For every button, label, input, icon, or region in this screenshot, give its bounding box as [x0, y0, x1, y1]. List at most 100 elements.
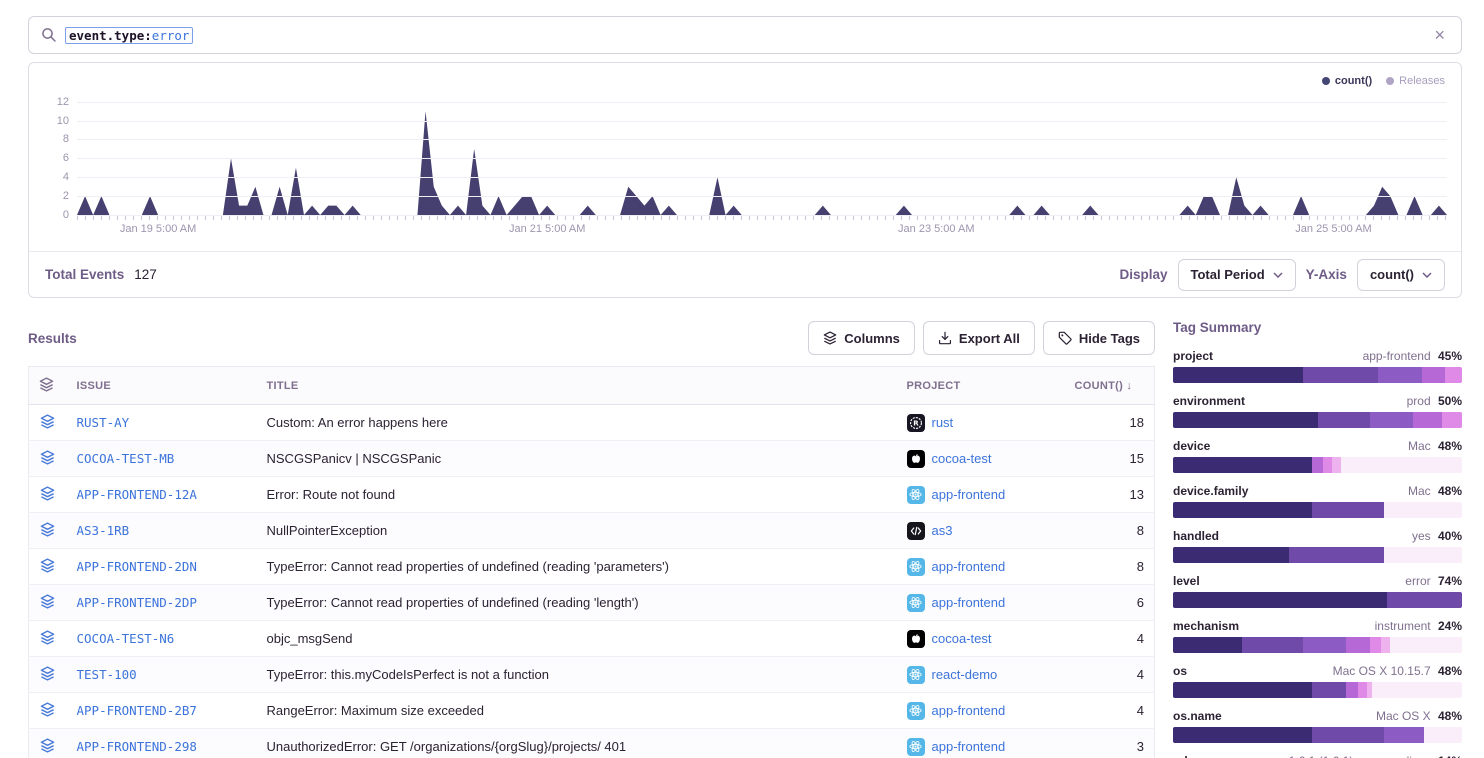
issue-link[interactable]: APP-FRONTEND-2B7 [77, 703, 197, 718]
issue-link[interactable]: RUST-AY [77, 415, 130, 430]
issue-stack-icon[interactable] [40, 522, 55, 537]
tag-bar-segment [1346, 637, 1369, 653]
issue-link[interactable]: AS3-1RB [77, 523, 130, 538]
tag-summary-sidebar: Tag Summary project app-frontend 45% env… [1173, 320, 1462, 758]
gridline [77, 158, 1447, 159]
tag-top-percent: 74% [1438, 574, 1462, 588]
tag-bar-segment [1445, 367, 1462, 383]
count-value: 6 [1065, 585, 1155, 621]
export-all-button[interactable]: Export All [923, 321, 1035, 355]
tag-distribution-bar[interactable] [1173, 592, 1462, 608]
issue-link[interactable]: TEST-100 [77, 667, 137, 682]
issue-stack-icon[interactable] [40, 630, 55, 645]
x-axis-tick-label: Jan 25 5:00 AM [1295, 223, 1371, 235]
tag-top-percent: 48% [1438, 709, 1462, 723]
tag-top-value: 1.6.1 (1.6.1), com.media… [1289, 754, 1434, 758]
x-axis-tick-label: Jan 21 5:00 AM [509, 223, 585, 235]
search-token[interactable]: event.type:error [65, 27, 193, 44]
y-axis-tick-label: 0 [37, 209, 69, 221]
tag-bar-segment [1323, 457, 1332, 473]
yaxis-dropdown[interactable]: count() [1357, 259, 1445, 291]
search-input[interactable]: event.type:error [65, 27, 1422, 44]
display-dropdown[interactable]: Total Period [1178, 259, 1296, 291]
hide-tags-button[interactable]: Hide Tags [1043, 321, 1155, 355]
yaxis-dropdown-value: count() [1370, 267, 1414, 282]
tag-top-value: Mac OS X [1376, 709, 1434, 723]
tag-bar-segment [1173, 412, 1318, 428]
issue-stack-icon[interactable] [40, 738, 55, 753]
project-link[interactable]: react-demo [932, 667, 998, 682]
issue-stack-icon[interactable] [40, 594, 55, 609]
project-link[interactable]: cocoa-test [932, 451, 992, 466]
issue-stack-icon[interactable] [40, 414, 55, 429]
issue-link[interactable]: APP-FRONTEND-12A [77, 487, 197, 502]
tag-top-percent: 48% [1438, 664, 1462, 678]
tag-distribution-bar[interactable] [1173, 547, 1462, 563]
tag-bar-segment [1346, 682, 1358, 698]
issue-link[interactable]: COCOA-TEST-MB [77, 451, 175, 466]
column-header-title[interactable]: TITLE [257, 367, 897, 405]
total-events-value: 127 [134, 267, 157, 282]
issue-link[interactable]: APP-FRONTEND-298 [77, 739, 197, 754]
tag-distribution-bar[interactable] [1173, 637, 1462, 653]
tag-bar-segment [1370, 637, 1382, 653]
tag-bar-segment [1372, 682, 1462, 698]
tag-distribution-bar[interactable] [1173, 412, 1462, 428]
project-link[interactable]: app-frontend [932, 739, 1006, 754]
issue-stack-icon[interactable] [40, 450, 55, 465]
project-link[interactable]: app-frontend [932, 559, 1006, 574]
header-stack [29, 367, 67, 405]
column-header-project[interactable]: PROJECT [897, 367, 1065, 405]
issue-title: UnauthorizedError: GET /organizations/{o… [267, 739, 627, 754]
issue-stack-icon[interactable] [40, 486, 55, 501]
gridline [77, 139, 1447, 140]
column-header-issue[interactable]: ISSUE [67, 367, 257, 405]
tag-distribution-bar[interactable] [1173, 727, 1462, 743]
tag-name: os.name [1173, 709, 1222, 723]
hide-tags-button-label: Hide Tags [1079, 331, 1140, 346]
issue-stack-icon[interactable] [40, 558, 55, 573]
issue-stack-icon[interactable] [40, 702, 55, 717]
issue-stack-icon[interactable] [40, 666, 55, 681]
tag-bar-segment [1341, 457, 1462, 473]
project-link[interactable]: as3 [932, 523, 953, 538]
legend-item-count[interactable]: count() [1322, 75, 1372, 87]
column-header-count[interactable]: COUNT() ↓ [1065, 367, 1155, 405]
chart-footer: Total Events 127 Display Total Period Y-… [29, 251, 1461, 297]
columns-button[interactable]: Columns [808, 321, 915, 355]
tag-bar-segment [1384, 727, 1424, 743]
tag-summary-heading: Tag Summary [1173, 320, 1462, 335]
yaxis-label: Y-Axis [1306, 267, 1347, 282]
project-link[interactable]: app-frontend [932, 595, 1006, 610]
issue-link[interactable]: COCOA-TEST-N6 [77, 631, 175, 646]
tag-summary-item: mechanism instrument 24% [1173, 619, 1462, 653]
count-value: 8 [1065, 513, 1155, 549]
tag-bar-segment [1413, 412, 1442, 428]
tag-distribution-bar[interactable] [1173, 682, 1462, 698]
tag-top-percent: 45% [1438, 349, 1462, 363]
tag-distribution-bar[interactable] [1173, 367, 1462, 383]
apple-project-icon [907, 630, 925, 648]
tag-bar-segment [1173, 457, 1312, 473]
count-value: 4 [1065, 657, 1155, 693]
react-project-icon [907, 594, 925, 612]
tag-distribution-bar[interactable] [1173, 502, 1462, 518]
project-link[interactable]: app-frontend [932, 487, 1006, 502]
tag-top-value: Mac [1408, 439, 1434, 453]
tag-name: handled [1173, 529, 1219, 543]
issue-link[interactable]: APP-FRONTEND-2DP [77, 595, 197, 610]
project-link[interactable]: rust [932, 415, 954, 430]
table-row: APP-FRONTEND-298 UnauthorizedError: GET … [29, 729, 1155, 758]
legend-item-releases[interactable]: Releases [1386, 75, 1445, 87]
tag-name: device [1173, 439, 1210, 453]
tag-bar-segment [1318, 412, 1370, 428]
clear-search-icon[interactable]: × [1430, 24, 1449, 46]
tag-distribution-bar[interactable] [1173, 457, 1462, 473]
project-link[interactable]: cocoa-test [932, 631, 992, 646]
tag-bar-segment [1384, 502, 1462, 518]
export-all-button-label: Export All [959, 331, 1020, 346]
gridline [77, 215, 1447, 216]
project-link[interactable]: app-frontend [932, 703, 1006, 718]
tag-name: level [1173, 574, 1200, 588]
issue-link[interactable]: APP-FRONTEND-2DN [77, 559, 197, 574]
